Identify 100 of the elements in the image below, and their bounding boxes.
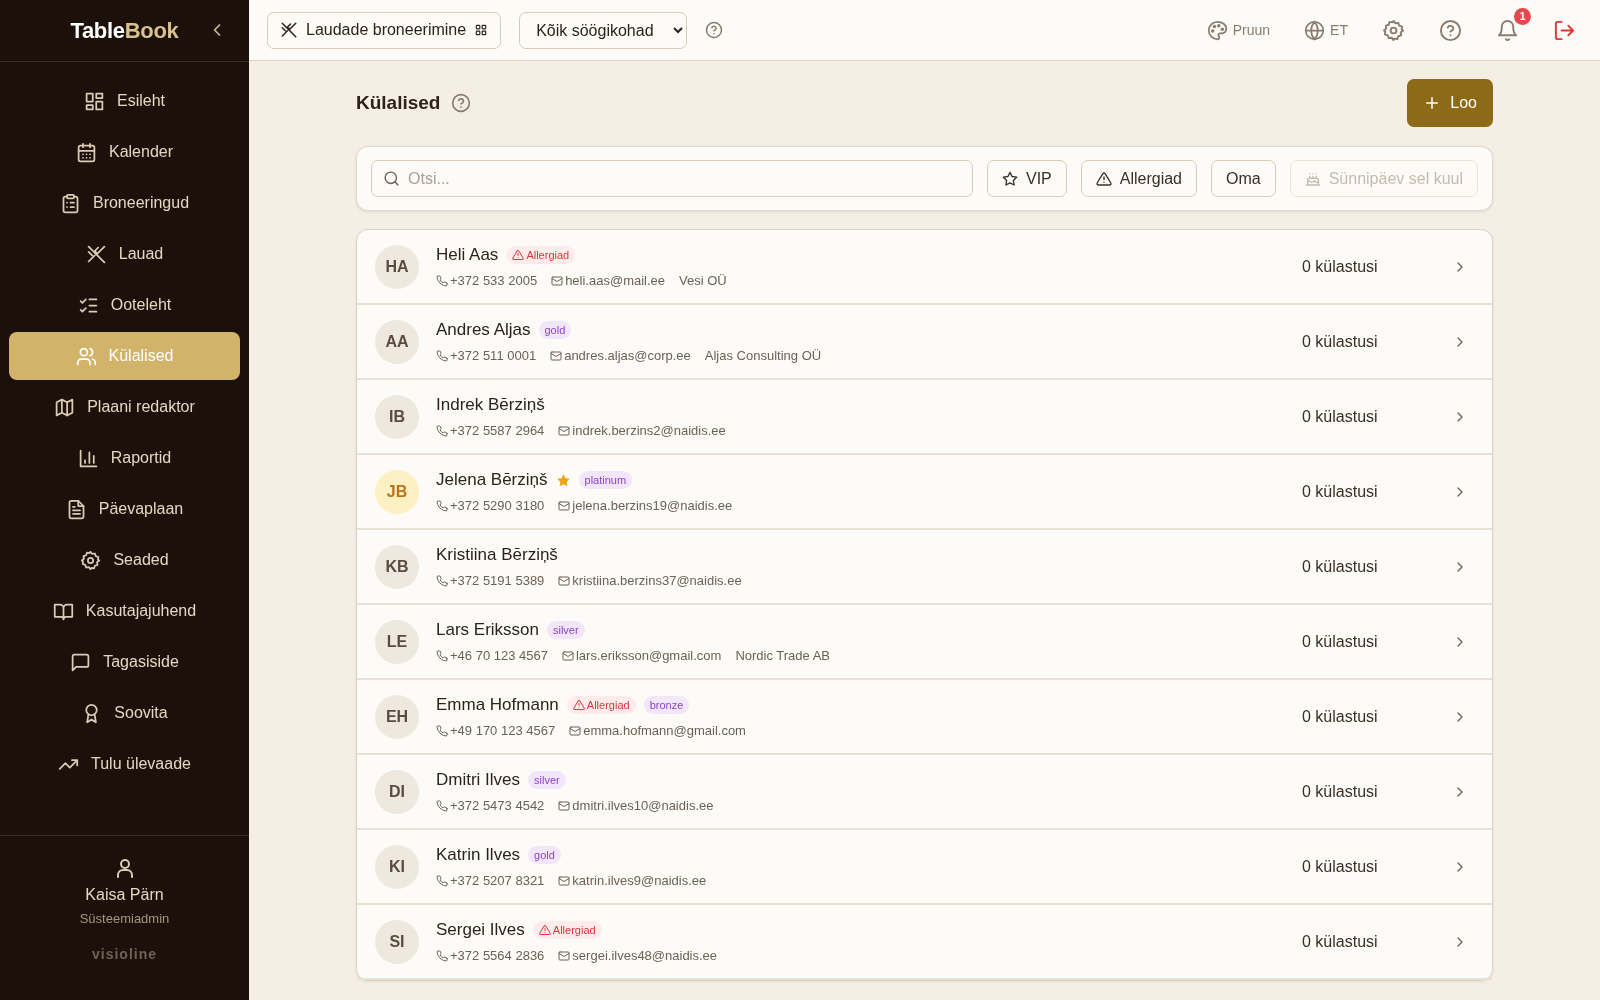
search-field[interactable]: Otsi...: [371, 160, 973, 197]
theme-button[interactable]: Pruun: [1206, 19, 1271, 41]
phone-icon: [436, 949, 448, 962]
nav-item[interactable]: Seaded: [9, 536, 240, 584]
map-icon: [54, 396, 76, 418]
email-address: katrin.ilves9@naidis.ee: [558, 873, 707, 888]
email-address: dmitri.ilves10@naidis.ee: [558, 798, 714, 813]
help-icon[interactable]: [1439, 18, 1462, 42]
nav-item[interactable]: Päevaplaan: [9, 485, 240, 533]
phone-number: +372 5587 2964: [436, 423, 545, 438]
visit-count: 0 külastusi: [1302, 782, 1379, 801]
nav-item[interactable]: Plaani redaktor: [9, 383, 240, 431]
nav-item[interactable]: Broneeringud: [9, 179, 240, 227]
warning-icon: [538, 924, 551, 936]
mail-icon: [558, 874, 571, 887]
filter-chip[interactable]: Oma: [1211, 160, 1276, 197]
nav-item[interactable]: Kasutajajuhend: [9, 587, 240, 635]
tier-tag: silver: [547, 621, 585, 639]
nav-item[interactable]: Raportid: [9, 434, 240, 482]
nav-item[interactable]: Soovita: [9, 689, 240, 737]
guest-row[interactable]: IB Indrek Bērziņš +372 5587 2964 indrek.berzins2@naidis.ee 0 külastusi: [357, 380, 1492, 455]
allergy-tag: Allergiad: [532, 921, 602, 939]
guest-row[interactable]: EH Emma Hofmann Allergiad bronze +49 170 123 4567 emma.hofmann@gmail.com 0 külastusi: [357, 680, 1492, 755]
guest-row[interactable]: HA Heli Aas Allergiad +372 533 2005 heli.aas@mail.ee Vesi OÜ 0 külastusi: [357, 230, 1492, 305]
guest-row[interactable]: AA Andres Aljas gold +372 511 0001 andres.aljas@corp.ee Aljas Consulting OÜ 0 külastusi: [357, 305, 1492, 380]
help-icon[interactable]: [451, 93, 472, 113]
guest-name: Katrin Ilves: [436, 845, 521, 865]
app-logo: TableBook: [70, 17, 179, 44]
tier-tag: gold: [528, 846, 561, 864]
language-button[interactable]: ET: [1304, 19, 1348, 41]
notification-badge: 1: [1514, 7, 1531, 25]
phone-number: +372 511 0001: [436, 348, 537, 363]
guest-name: Lars Eriksson: [436, 620, 539, 640]
phone-number: +46 70 123 4567: [436, 648, 548, 663]
filter-chip[interactable]: VIP: [986, 160, 1067, 197]
avatar: IB: [375, 394, 419, 439]
phone-number: +372 5473 4542: [436, 798, 545, 813]
guest-name: Andres Aljas: [436, 320, 531, 340]
nav-item[interactable]: Tagasiside: [9, 638, 240, 686]
logout-icon[interactable]: [1553, 18, 1576, 42]
guest-name: Sergei Ilves: [436, 920, 525, 940]
avatar: KI: [375, 844, 419, 889]
phone-icon: [436, 574, 448, 587]
visit-count: 0 külastusi: [1302, 632, 1379, 651]
nav-item[interactable]: Tulu ülevaade: [9, 740, 240, 788]
chat-icon: [70, 651, 92, 673]
grid-icon: [474, 23, 489, 37]
guest-row[interactable]: JB Jelena Bērziņš platinum +372 5290 3180 jelena.berzins19@naidis.ee 0 külastusi: [357, 455, 1492, 530]
venue-select[interactable]: Kõik söögikohad: [519, 11, 688, 49]
settings-icon[interactable]: [1382, 18, 1405, 42]
nav-item[interactable]: Esileht: [9, 77, 240, 125]
email-address: lars.eriksson@gmail.com: [561, 648, 722, 663]
user-name: Kaisa Pärn: [85, 886, 164, 904]
help-icon[interactable]: [705, 21, 724, 39]
avatar: DI: [375, 769, 419, 814]
mail-icon: [558, 424, 571, 437]
email-address: sergei.ilves48@naidis.ee: [558, 948, 718, 963]
nav-item[interactable]: Lauad: [9, 230, 240, 278]
visit-count: 0 külastusi: [1302, 857, 1379, 876]
mail-icon: [558, 799, 571, 812]
nav-item[interactable]: Kalender: [9, 128, 240, 176]
phone-number: +372 5207 8321: [436, 873, 545, 888]
visit-count: 0 külastusi: [1302, 707, 1379, 726]
guest-row[interactable]: LE Lars Eriksson silver +46 70 123 4567 lars.eriksson@gmail.com Nordic Trade AB 0 külastusi: [357, 605, 1492, 680]
visit-count: 0 külastusi: [1302, 557, 1379, 576]
mail-icon: [558, 949, 571, 962]
globe-icon: [1304, 19, 1326, 41]
avatar: KB: [375, 544, 419, 589]
page-title: Külalised: [356, 92, 441, 114]
avatar: AA: [375, 319, 419, 364]
create-button[interactable]: Loo: [1407, 79, 1493, 127]
guest-row[interactable]: KB Kristiina Bērziņš +372 5191 5389 kristiina.berzins37@naidis.ee 0 külastusi: [357, 530, 1492, 605]
settings-icon: [80, 549, 102, 571]
guest-row[interactable]: DI Dmitri Ilves silver +372 5473 4542 dmitri.ilves10@naidis.ee 0 külastusi: [357, 755, 1492, 830]
company-name: Nordic Trade AB: [735, 648, 831, 663]
company-logo: visioline: [92, 946, 157, 962]
visit-count: 0 külastusi: [1302, 482, 1379, 501]
email-address: jelena.berzins19@naidis.ee: [558, 498, 733, 513]
module-button[interactable]: Laudade broneerimine: [267, 11, 502, 49]
email-address: emma.hofmann@gmail.com: [569, 723, 746, 738]
bell-icon[interactable]: [1496, 18, 1519, 42]
phone-number: +372 5191 5389: [436, 573, 545, 588]
allergy-tag: Allergiad: [506, 246, 576, 264]
guest-row[interactable]: KI Katrin Ilves gold +372 5207 8321 katrin.ilves9@naidis.ee 0 külastusi: [357, 830, 1492, 905]
phone-icon: [436, 649, 448, 662]
users-icon: [75, 345, 97, 367]
email-address: kristiina.berzins37@naidis.ee: [558, 573, 742, 588]
mail-icon: [551, 274, 564, 287]
phone-icon: [436, 724, 448, 737]
filter-chip[interactable]: Allergiad: [1080, 160, 1197, 197]
avatar: EH: [375, 694, 419, 739]
bar-chart-icon: [77, 447, 99, 469]
utensils-icon: [280, 21, 298, 39]
nav-item[interactable]: Ooteleht: [9, 281, 240, 329]
warning-icon: [512, 249, 525, 261]
tier-tag: platinum: [578, 471, 633, 489]
phone-number: +372 5564 2836: [436, 948, 545, 963]
email-address: andres.aljas@corp.ee: [550, 348, 691, 363]
guest-name: Emma Hofmann: [436, 695, 559, 715]
guest-row[interactable]: SI Sergei Ilves Allergiad +372 5564 2836 sergei.ilves48@naidis.ee 0 külastusi: [357, 905, 1492, 980]
